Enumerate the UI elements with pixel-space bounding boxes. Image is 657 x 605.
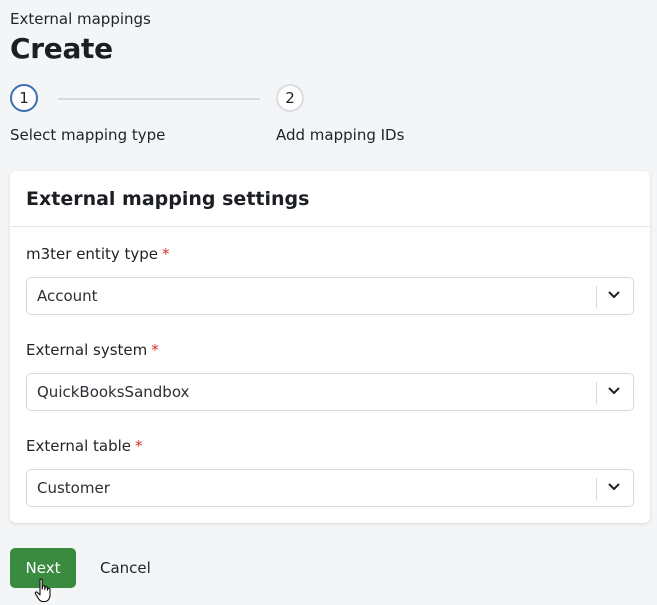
external-table-select[interactable]: Customer [26,469,634,507]
entity-type-field: m3ter entity type * Account [26,245,634,315]
card-title: External mapping settings [10,171,650,227]
step-2-label: Add mapping IDs [276,126,405,144]
step-connector [58,98,260,100]
breadcrumb[interactable]: External mappings [10,10,151,28]
external-system-label: External system [26,341,148,359]
entity-type-label: m3ter entity type [26,245,159,263]
chevron-down-icon[interactable] [608,481,620,493]
external-system-value: QuickBooksSandbox [37,383,190,401]
settings-card: External mapping settings m3ter entity t… [10,171,650,523]
entity-type-select[interactable]: Account [26,277,634,315]
external-system-field: External system * QuickBooksSandbox [26,341,634,411]
select-divider [596,478,597,500]
required-marker: * [151,341,159,359]
select-divider [596,382,597,404]
stepper: 1 2 Select mapping type Add mapping IDs [10,84,430,144]
cancel-button[interactable]: Cancel [92,548,159,588]
step-1-label: Select mapping type [10,126,166,144]
required-marker: * [162,245,170,263]
select-divider [596,286,597,308]
chevron-down-icon[interactable] [608,289,620,301]
required-marker: * [135,437,143,455]
step-1-indicator[interactable]: 1 [10,84,38,112]
external-table-field: External table * Customer [26,437,634,507]
external-table-label: External table [26,437,131,455]
hand-pointer-cursor-icon [34,578,51,603]
chevron-down-icon[interactable] [608,385,620,397]
external-table-value: Customer [37,479,110,497]
step-2-indicator[interactable]: 2 [276,84,304,112]
page-title: Create [10,32,113,65]
external-system-select[interactable]: QuickBooksSandbox [26,373,634,411]
entity-type-value: Account [37,287,98,305]
